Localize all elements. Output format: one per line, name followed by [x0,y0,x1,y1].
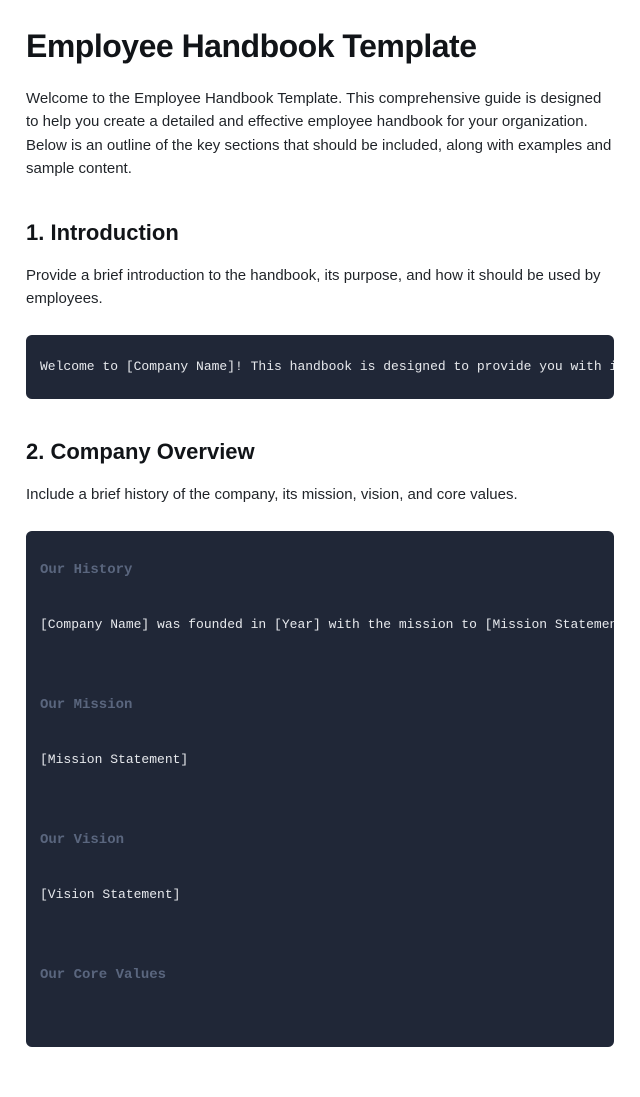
code-subheading-values: Our Core Values [40,964,600,986]
section-heading-introduction: 1. Introduction [26,220,614,246]
code-subheading-mission: Our Mission [40,694,600,716]
code-block-introduction: Welcome to [Company Name]! This handbook… [26,335,614,400]
code-subheading-vision: Our Vision [40,829,600,851]
code-subheading-history: Our History [40,559,600,581]
page-title: Employee Handbook Template [26,28,614,65]
code-text-mission: [Mission Statement] [40,750,600,771]
code-text-history: [Company Name] was founded in [Year] wit… [40,615,600,636]
section-description-introduction: Provide a brief introduction to the hand… [26,264,614,311]
intro-paragraph: Welcome to the Employee Handbook Templat… [26,87,614,180]
section-description-company-overview: Include a brief history of the company, … [26,483,614,506]
section-heading-company-overview: 2. Company Overview [26,439,614,465]
code-text: Welcome to [Company Name]! This handbook… [40,359,614,374]
code-text-vision: [Vision Statement] [40,885,600,906]
code-block-company-overview: Our History [Company Name] was founded in… [26,531,614,1048]
